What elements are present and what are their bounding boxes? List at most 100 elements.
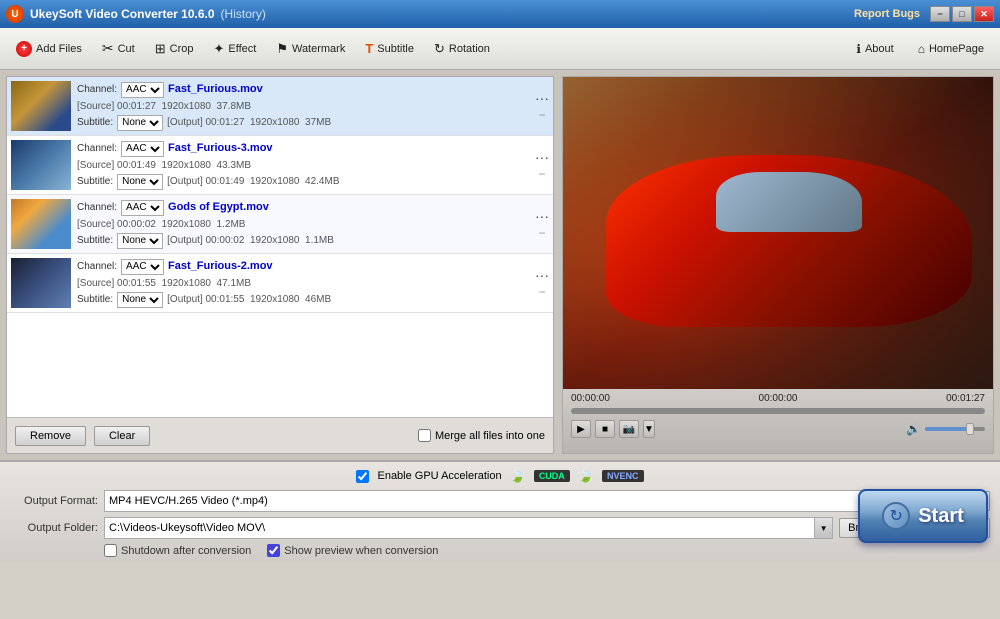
stop-button[interactable]: ■ [595, 420, 615, 438]
time-current: 00:00:00 [759, 393, 798, 404]
file-info-3: Channel: AAC Gods of Egypt.mov [Source] … [77, 199, 529, 249]
subtitle-select-4[interactable]: None [117, 292, 163, 308]
show-preview-option: Show preview when conversion [267, 544, 438, 557]
subtitle-select-3[interactable]: None [117, 233, 163, 249]
source-info-4: [Source] 00:01:55 1920x1080 47.1MB [77, 276, 251, 292]
rotation-button[interactable]: ↻ Rotation [426, 37, 498, 61]
channel-label-3: Channel: [77, 200, 117, 216]
about-label: About [865, 43, 894, 55]
thumbnail-4 [11, 258, 71, 308]
table-row[interactable]: Channel: AAC Fast_Furious.mov [Source] 0… [7, 77, 553, 136]
about-button[interactable]: ℹ About [848, 38, 901, 60]
file-actions-1: ··· − [535, 81, 549, 131]
more-options-4[interactable]: ··· [535, 267, 549, 283]
merge-label: Merge all files into one [435, 430, 545, 442]
car-body [606, 155, 972, 327]
thumbnail-2 [11, 140, 71, 190]
watermark-label: Watermark [292, 43, 345, 55]
rotation-icon: ↻ [434, 41, 445, 57]
subtitle-label-4: Subtitle: [77, 292, 113, 308]
channel-select-2[interactable]: AAC [121, 141, 164, 157]
filename-2: Fast_Furious-3.mov [168, 140, 273, 158]
show-preview-checkbox[interactable] [267, 544, 280, 557]
effect-label: Effect [228, 43, 256, 55]
volume-slider[interactable] [925, 427, 985, 431]
start-label: Start [918, 505, 964, 528]
subtitle-label-3: Subtitle: [77, 233, 113, 249]
maximize-button[interactable]: □ [952, 6, 972, 22]
close-button[interactable]: ✕ [974, 6, 994, 22]
format-select-wrap: ▼ [104, 490, 890, 512]
more-options-1[interactable]: ··· [535, 90, 549, 106]
output-format-label: Output Format: [10, 495, 98, 507]
clear-button[interactable]: Clear [94, 426, 150, 446]
output-info-2: [Output] 00:01:49 1920x1080 42.4MB [167, 174, 339, 190]
progress-bar[interactable] [571, 408, 985, 414]
file-list-scroll[interactable]: Channel: AAC Fast_Furious.mov [Source] 0… [7, 77, 553, 417]
add-files-label: Add Files [36, 43, 82, 55]
file-list-panel: Channel: AAC Fast_Furious.mov [Source] 0… [6, 76, 554, 454]
table-row[interactable]: Channel: AAC Fast_Furious-3.mov [Source]… [7, 136, 553, 195]
channel-select-1[interactable]: AAC [121, 82, 164, 98]
output-folder-label: Output Folder: [10, 522, 98, 534]
snapshot-button[interactable]: 📷 [619, 420, 639, 438]
app-logo: U [6, 5, 24, 23]
channel-label-2: Channel: [77, 141, 117, 157]
window-controls: − □ ✕ [930, 6, 994, 22]
folder-dropdown-arrow[interactable]: ▼ [815, 517, 833, 539]
preview-video [563, 77, 993, 389]
controls-row: ▶ ■ 📷 ▼ 🔊 [571, 420, 985, 438]
cuda-badge: CUDA [534, 470, 570, 482]
output-folder-input[interactable] [104, 517, 815, 539]
car-preview-image [563, 77, 993, 389]
report-bugs-link[interactable]: Report Bugs [854, 8, 920, 20]
subtitle-label: Subtitle [377, 43, 414, 55]
collapse-1[interactable]: − [538, 108, 545, 122]
preview-controls: 00:00:00 00:00:00 00:01:27 ▶ ■ 📷 ▼ 🔊 [563, 389, 993, 453]
play-button[interactable]: ▶ [571, 420, 591, 438]
subtitle-select-1[interactable]: None [117, 115, 163, 131]
output-format-input[interactable] [104, 490, 872, 512]
output-format-row: Output Format: ▼ Output Settings [10, 490, 990, 512]
more-options-2[interactable]: ··· [535, 149, 549, 165]
watermark-button[interactable]: ⚑ Watermark [268, 37, 353, 61]
remove-button[interactable]: Remove [15, 426, 86, 446]
volume-thumb [966, 423, 974, 435]
channel-select-3[interactable]: AAC [121, 200, 164, 216]
merge-checkbox[interactable] [418, 429, 431, 442]
shutdown-option: Shutdown after conversion [104, 544, 251, 557]
effect-button[interactable]: ✦ Effect [205, 37, 264, 61]
add-files-button[interactable]: + Add Files [8, 37, 90, 61]
output-info-3: [Output] 00:00:02 1920x1080 1.1MB [167, 233, 334, 249]
bottom-panel: Enable GPU Acceleration 🍃 CUDA 🍃 NVENC O… [0, 460, 1000, 563]
subtitle-select-2[interactable]: None [117, 174, 163, 190]
cut-button[interactable]: ✂ Cut [94, 36, 143, 61]
volume-fill [925, 427, 967, 431]
table-row[interactable]: Channel: AAC Fast_Furious-2.mov [Source]… [7, 254, 553, 313]
snapshot-dropdown[interactable]: ▼ [643, 420, 655, 438]
channel-select-4[interactable]: AAC [121, 259, 164, 275]
start-button[interactable]: ↻ Start [858, 489, 988, 543]
rotation-label: Rotation [449, 43, 490, 55]
volume-control: 🔊 [906, 422, 985, 436]
options-row: Shutdown after conversion Show preview w… [104, 544, 990, 557]
thumbnail-1 [11, 81, 71, 131]
merge-checkbox-wrap: Merge all files into one [418, 429, 545, 442]
output-info-4: [Output] 00:01:55 1920x1080 46MB [167, 292, 331, 308]
start-icon: ↻ [882, 502, 910, 530]
shutdown-label: Shutdown after conversion [121, 545, 251, 557]
gpu-acceleration-checkbox[interactable] [356, 470, 369, 483]
collapse-2[interactable]: − [538, 167, 545, 181]
history-label: (History) [221, 7, 266, 21]
table-row[interactable]: Channel: AAC Gods of Egypt.mov [Source] … [7, 195, 553, 254]
minimize-button[interactable]: − [930, 6, 950, 22]
crop-button[interactable]: ⊞ Crop [147, 37, 202, 61]
source-info-2: [Source] 00:01:49 1920x1080 43.3MB [77, 158, 251, 174]
collapse-4[interactable]: − [538, 285, 545, 299]
subtitle-button[interactable]: T Subtitle [357, 37, 422, 60]
homepage-button[interactable]: ⌂ HomePage [910, 38, 992, 60]
shutdown-checkbox[interactable] [104, 544, 117, 557]
collapse-3[interactable]: − [538, 226, 545, 240]
car-window [716, 172, 862, 232]
more-options-3[interactable]: ··· [535, 208, 549, 224]
